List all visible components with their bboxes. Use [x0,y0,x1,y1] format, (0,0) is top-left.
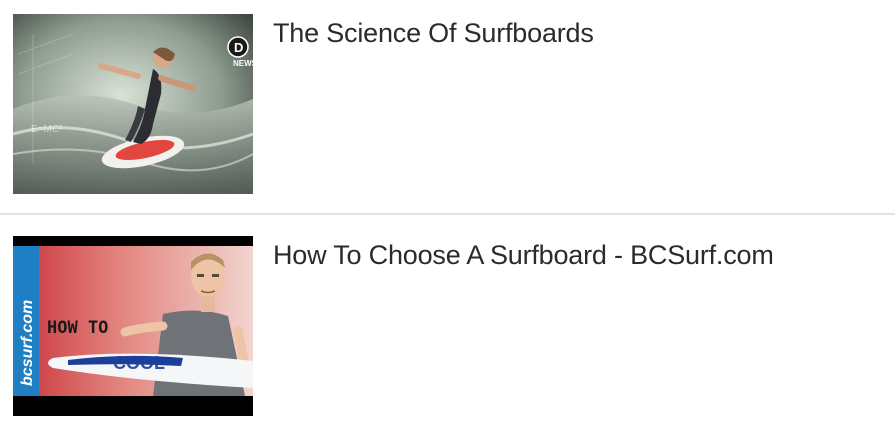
video-result-item[interactable]: COOL bcsurf.com HOW TO How To Choose A S… [0,216,895,428]
surfer-thumbnail-image: D NEWS E=MC² [13,14,253,194]
video-thumbnail[interactable]: COOL bcsurf.com HOW TO [13,236,253,416]
equation-overlay: E=MC² [31,124,63,135]
video-results-list: D NEWS E=MC² The Science Of Surfboards [0,0,895,428]
result-divider [0,213,895,215]
video-thumbnail[interactable]: D NEWS E=MC² [13,14,253,194]
surfboard-guide-thumbnail-image: COOL bcsurf.com HOW TO [13,236,253,416]
video-title-link[interactable]: How To Choose A Surfboard - BCSurf.com [273,240,774,271]
video-result-item[interactable]: D NEWS E=MC² The Science Of Surfboards [0,0,895,214]
video-title-link[interactable]: The Science Of Surfboards [273,18,594,49]
news-badge: NEWS [233,59,253,68]
how-to-overlay: HOW TO [47,318,108,338]
discovery-logo-letter: D [234,40,243,55]
board-logo-text: COOL [113,353,165,373]
bcsurf-side-logo: bcsurf.com [19,300,36,386]
